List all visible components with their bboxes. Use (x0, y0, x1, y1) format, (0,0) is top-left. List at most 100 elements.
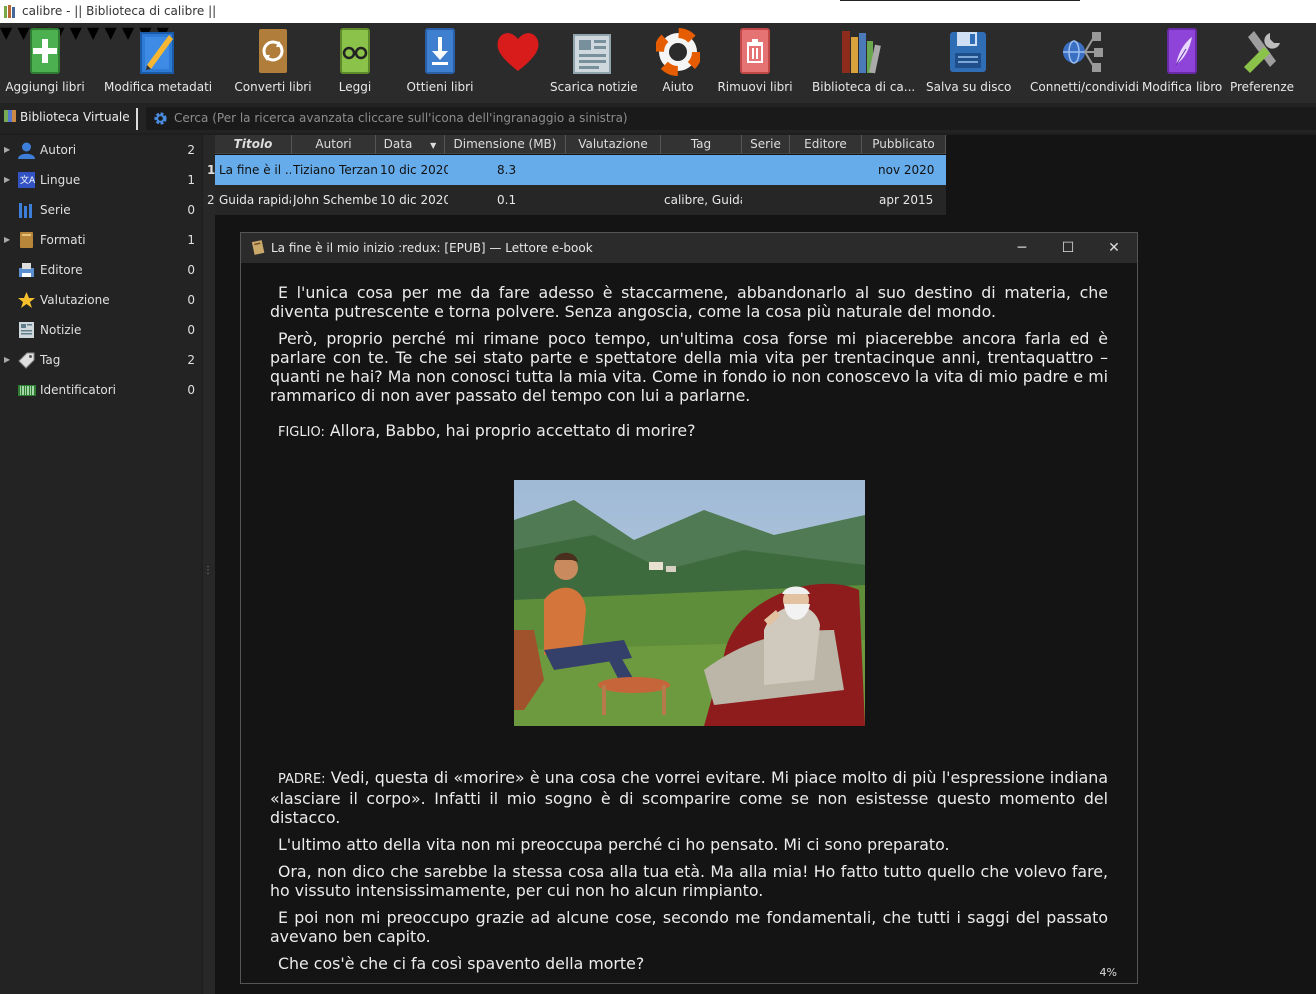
column-header-size[interactable]: Dimensione (MB) (445, 135, 566, 154)
cell-published: apr 2015 (879, 193, 934, 207)
column-header-published[interactable]: Pubblicato (862, 135, 946, 154)
maximize-button[interactable]: ☐ (1045, 233, 1091, 263)
expand-arrow-icon[interactable]: ▶ (4, 165, 10, 195)
expand-arrow-icon[interactable]: ▶ (4, 345, 10, 375)
cell-published: nov 2020 (878, 163, 935, 177)
paragraph: E poi non mi preoccupo grazie ad alcune … (270, 908, 1108, 946)
connect-share-button[interactable]: Connetti/condividi (1030, 23, 1139, 103)
calibre-app-icon (4, 5, 15, 18)
paragraph: E l'unica cosa per me da fare adesso è s… (270, 283, 1108, 321)
preferences-button[interactable]: Preferenze (1228, 23, 1296, 103)
books-icon (4, 110, 16, 122)
title-divider (840, 0, 1080, 1)
dialogue-paragraph: FIGLIO: Allora, Babbo, hai proprio accet… (278, 421, 696, 440)
sidebar-item-publisher[interactable]: Editore 0 (0, 255, 202, 285)
cell-size: 0.1 (497, 193, 517, 207)
dialogue-paragraph: PADRE: Vedi, questa di «morire» è una co… (270, 768, 1108, 827)
save-to-disk-button[interactable]: Salva su disco (926, 23, 1011, 103)
svg-text:文A: 文A (20, 174, 36, 186)
connect-share-icon (1063, 32, 1103, 72)
series-icon (19, 203, 32, 218)
publisher-icon (19, 263, 34, 277)
speaker-label: PADRE: (278, 772, 326, 787)
column-header-title[interactable]: Titolo (215, 135, 292, 154)
add-books-button[interactable]: Aggiungi libri (4, 23, 86, 103)
panel-splitter[interactable]: ⋮ (203, 135, 215, 994)
cell-date: 10 dic 2020 (380, 193, 448, 207)
cell-title: Guida rapida (219, 193, 291, 207)
fetch-news-dropdown[interactable]: ▼ (87, 23, 99, 42)
search-placeholder: Cerca (Per la ricerca avanzata cliccare … (174, 111, 628, 125)
get-books-icon (425, 28, 455, 74)
convert-icon (259, 29, 287, 73)
close-button[interactable]: ✕ (1091, 233, 1137, 263)
sidebar-item-formats[interactable]: ▶ Formati 1 (0, 225, 202, 255)
library-icon (842, 31, 881, 74)
cell-author: John Schember (293, 193, 377, 207)
sort-down-icon: ▼ (430, 141, 437, 150)
cell-tags: calibre, Guida (664, 193, 742, 207)
expand-arrow-icon[interactable]: ▶ (4, 225, 10, 255)
get-books-button[interactable]: Ottieni libri (404, 23, 476, 103)
edit-book-button[interactable]: Modifica libro (1142, 23, 1222, 103)
sidebar-item-authors[interactable]: ▶ Autori 2 (0, 135, 202, 165)
gear-icon[interactable] (153, 111, 168, 126)
reader-app-icon (251, 240, 265, 255)
virtual-library-button[interactable]: Biblioteca Virtuale (4, 110, 130, 124)
table-row[interactable]: La fine è il ... Tiziano Terzani 10 dic … (215, 155, 946, 185)
help-lifebuoy-icon (656, 28, 700, 76)
book-list-header: Titolo Autori Data ▼ Dimensione (MB) Val… (215, 135, 946, 154)
cell-tags (664, 155, 742, 185)
reading-progress: 4% (1099, 966, 1117, 979)
read-icon (340, 28, 370, 74)
language-icon: 文A (18, 172, 36, 188)
expand-arrow-icon[interactable]: ▶ (4, 135, 10, 165)
cell-author: Tiziano Terzani (293, 163, 377, 177)
heart-icon (497, 33, 539, 71)
author-icon (18, 142, 35, 159)
donate-button[interactable] (492, 23, 544, 103)
splitter-grip-icon[interactable]: ⋮ (203, 565, 213, 585)
remove-icon (740, 28, 770, 74)
add-book-icon (30, 28, 60, 74)
sidebar-item-tags[interactable]: ▶ Tag 2 (0, 345, 202, 375)
ebook-reader-window: La fine è il mio inizio :redux: [EPUB] —… (240, 232, 1138, 984)
sidebar-item-rating[interactable]: Valutazione 0 (0, 285, 202, 315)
search-input[interactable]: Cerca (Per la ricerca avanzata cliccare … (146, 107, 1316, 130)
column-header-tags[interactable]: Tag (661, 135, 742, 154)
table-row[interactable]: Guida rapida John Schember 10 dic 2020 0… (215, 185, 946, 215)
sidebar-item-languages[interactable]: ▶ 文A Lingue 1 (0, 165, 202, 195)
row-number: 2 (207, 193, 215, 207)
column-header-date[interactable]: Data ▼ (376, 135, 445, 154)
main-toolbar: Aggiungi libri ▼ Modifica metadati ▼ Con… (0, 23, 1316, 103)
column-header-series[interactable]: Serie (742, 135, 790, 154)
paragraph: L'ultimo atto della vita non mi preoccup… (278, 835, 950, 854)
convert-books-button[interactable]: Converti libri (234, 23, 312, 103)
remove-books-button[interactable]: Rimuovi libri (716, 23, 794, 103)
speaker-label: FIGLIO: (278, 425, 325, 440)
search-bar: Biblioteca Virtuale Cerca (Per la ricerc… (0, 103, 1316, 133)
search-separator (136, 108, 138, 130)
calibre-library-button[interactable]: Biblioteca di ca... (812, 23, 915, 103)
fetch-news-button[interactable]: Scarica notizie (550, 23, 638, 103)
read-button[interactable]: Leggi (330, 23, 380, 103)
edit-metadata-button[interactable]: Modifica metadati (104, 23, 212, 103)
paragraph: Ora, non dico che sarebbe la stessa cosa… (270, 862, 1108, 900)
paragraph: Che cos'è che ci fa così spavento della … (278, 954, 645, 973)
sidebar-item-series[interactable]: Serie 0 (0, 195, 202, 225)
edit-metadata-icon (140, 32, 174, 74)
sidebar-item-news[interactable]: Notizie 0 (0, 315, 202, 345)
edit-book-icon (1167, 28, 1197, 74)
formats-icon (20, 232, 33, 248)
column-header-authors[interactable]: Autori (292, 135, 376, 154)
column-header-rating[interactable]: Valutazione (566, 135, 661, 154)
news-icon (573, 34, 611, 74)
save-disk-icon (950, 32, 986, 72)
sidebar-item-identifiers[interactable]: Identificatori 0 (0, 375, 202, 405)
column-header-publisher[interactable]: Editore (790, 135, 862, 154)
window-titlebar: calibre - || Biblioteca di calibre || (0, 0, 1316, 23)
minimize-button[interactable]: ─ (999, 233, 1045, 263)
preferences-icon (1244, 31, 1280, 73)
help-button[interactable]: Aiuto (652, 23, 704, 103)
cell-title: La fine è il ... (219, 163, 291, 177)
